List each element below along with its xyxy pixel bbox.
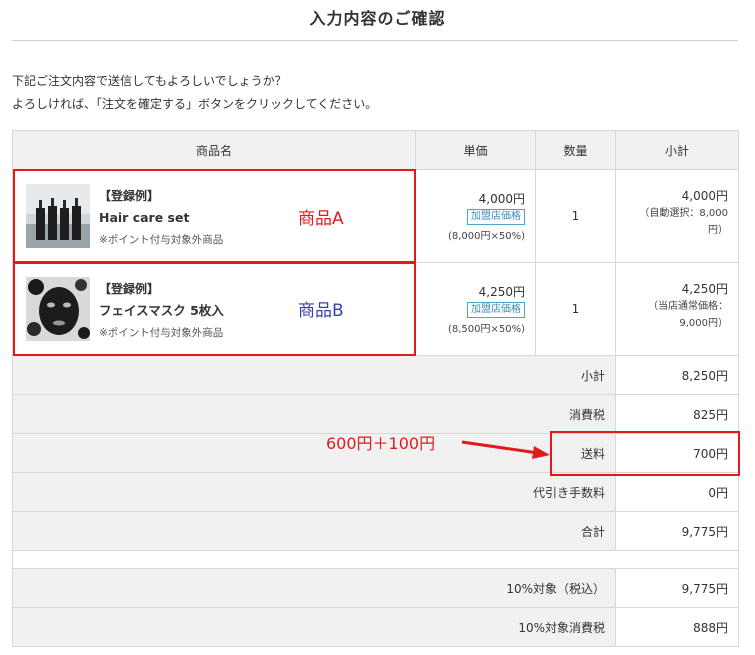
unit-price: 4,000円 <box>478 192 525 206</box>
summary-label: 合計 <box>12 511 616 551</box>
summary-row-tax: 消費税 825円 <box>12 394 739 434</box>
item-subtotal: 4,250円 <box>681 282 728 296</box>
quantity: 1 <box>535 262 616 356</box>
unit-price: 4,250円 <box>478 285 525 299</box>
tax-label: 10%対象（税込） <box>12 568 616 608</box>
member-price-badge: 加盟店価格 <box>467 209 525 225</box>
confirm-message-line1: 下記ご注文内容で送信してもよろしいでしょうか？ <box>12 74 287 88</box>
annotation-arrow-icon <box>461 440 550 459</box>
summary-row-subtotal: 小計 8,250円 <box>12 355 739 395</box>
subtotal-note-2: 9,000円） <box>679 318 728 329</box>
annotation-box-product-b <box>13 262 416 356</box>
tax-value: 9,775円 <box>615 568 739 608</box>
header-unit-price: 単価 <box>415 130 536 170</box>
unit-price-cell: 4,000円 加盟店価格 (8,000円×50%) <box>415 169 536 263</box>
tax-row-10-percent: 10%対象（税込） 9,775円 <box>12 568 739 608</box>
header-quantity: 数量 <box>535 130 616 170</box>
summary-value: 0円 <box>615 472 739 512</box>
header-product: 商品名 <box>12 130 416 170</box>
subtotal-note: （当店通常価格： <box>648 301 728 312</box>
subtotal-note-2: 円） <box>708 225 728 236</box>
summary-label: 消費税 <box>12 394 616 434</box>
title-divider <box>12 40 738 41</box>
summary-value: 825円 <box>615 394 739 434</box>
summary-value: 8,250円 <box>615 355 739 395</box>
tax-label: 10%対象消費税 <box>12 607 616 647</box>
item-subtotal: 4,000円 <box>681 189 728 203</box>
table-spacer <box>12 550 739 569</box>
annotation-product-b: 商品B <box>298 301 344 321</box>
member-price-badge: 加盟店価格 <box>467 302 525 318</box>
summary-row-total: 合計 9,775円 <box>12 511 739 551</box>
subtotal-note: （自動選択：8,000 <box>639 208 728 219</box>
summary-label: 小計 <box>12 355 616 395</box>
annotation-box-shipping <box>550 431 740 476</box>
confirm-message-line2: よろしければ、「注文を確定する」ボタンをクリックしてください。 <box>12 97 378 111</box>
subtotal-cell: 4,250円 （当店通常価格： 9,000円） <box>615 262 739 356</box>
annotation-shipping-breakdown: 600円＋100円 <box>326 434 436 453</box>
summary-value: 9,775円 <box>615 511 739 551</box>
tax-value: 888円 <box>615 607 739 647</box>
unit-price-cell: 4,250円 加盟店価格 (8,500円×50%) <box>415 262 536 356</box>
summary-row-cod-fee: 代引き手数料 0円 <box>12 472 739 512</box>
header-subtotal: 小計 <box>615 130 739 170</box>
table-header-row: 商品名 単価 数量 小計 <box>12 130 739 170</box>
tax-row-10-percent-tax: 10%対象消費税 888円 <box>12 607 739 647</box>
summary-label: 代引き手数料 <box>12 472 616 512</box>
subtotal-cell: 4,000円 （自動選択：8,000 円） <box>615 169 739 263</box>
price-calculation: (8,500円×50%) <box>447 324 525 335</box>
price-calculation: (8,000円×50%) <box>447 231 525 242</box>
annotation-product-a: 商品A <box>298 209 344 229</box>
quantity: 1 <box>535 169 616 263</box>
annotation-box-product-a <box>13 169 416 263</box>
page-title: 入力内容のご確認 <box>309 9 446 28</box>
